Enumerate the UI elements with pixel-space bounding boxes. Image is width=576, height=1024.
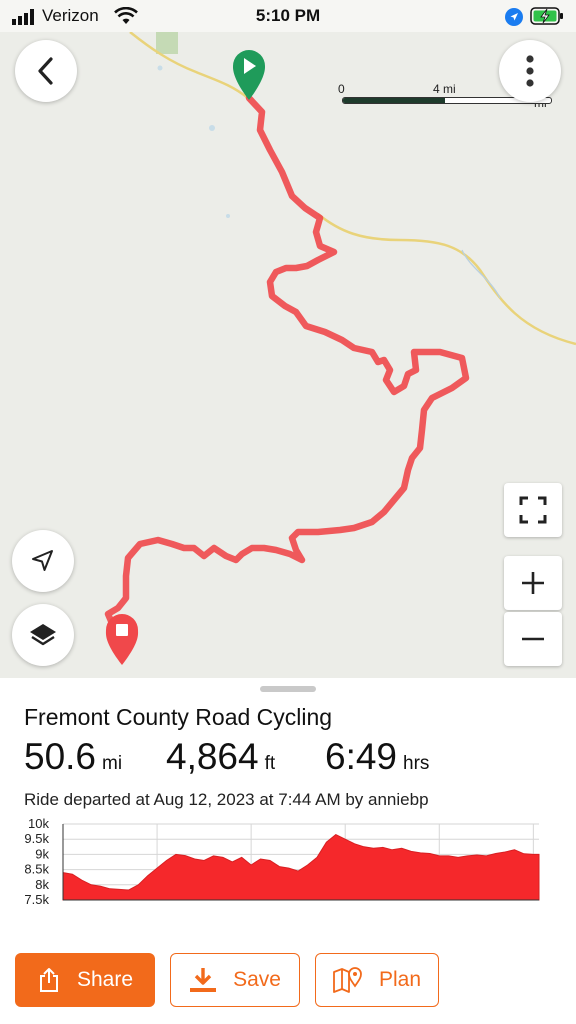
lake xyxy=(226,214,230,218)
duration-unit: hrs xyxy=(403,753,430,774)
start-marker[interactable] xyxy=(232,50,266,100)
elevation-unit: ft xyxy=(264,753,276,774)
duration-value: 6:49 xyxy=(325,736,398,777)
x-tick-label: 0 xyxy=(59,911,66,912)
x-tick-label: 40 xyxy=(432,911,446,912)
elevation-area xyxy=(62,834,540,901)
y-tick-label: 8k xyxy=(35,877,49,892)
end-marker[interactable] xyxy=(105,614,139,665)
more-vertical-icon xyxy=(526,55,534,87)
more-options-button[interactable] xyxy=(499,40,561,102)
route-map[interactable]: 0 4 mi 8 mi xyxy=(0,32,576,678)
ride-details-sheet[interactable]: Fremont County Road Cycling 50.6 mi 4,864… xyxy=(0,678,576,1024)
locate-me-button[interactable] xyxy=(12,530,74,592)
park-area xyxy=(156,32,178,54)
share-button[interactable]: Share xyxy=(15,953,155,1007)
download-icon xyxy=(189,967,217,993)
back-button[interactable] xyxy=(15,40,77,102)
distance-stat: 50.6 mi xyxy=(24,736,122,778)
share-icon xyxy=(37,967,61,993)
fullscreen-button[interactable] xyxy=(504,483,562,537)
plan-button[interactable]: Plan xyxy=(315,953,439,1007)
chevron-left-icon xyxy=(38,57,53,85)
scale-label: 4 mi xyxy=(433,82,456,96)
ride-stats: 50.6 mi 4,864 ft 6:49 hrs xyxy=(24,736,564,782)
plus-icon xyxy=(522,572,544,594)
layers-icon xyxy=(30,624,56,646)
navigation-arrow-icon xyxy=(32,550,53,571)
minus-icon xyxy=(522,637,544,641)
share-label: Share xyxy=(76,968,134,991)
x-tick-label: 10 xyxy=(150,911,164,912)
zoom-out-button[interactable] xyxy=(504,612,562,666)
scale-label: 0 xyxy=(338,82,345,96)
elevation-profile-chart[interactable]: 7.5k8k8.5k9k9.5k10k 0 10 20 30 40 50 xyxy=(0,816,576,912)
ride-description: Ride departed at Aug 12, 2023 at 7:44 AM… xyxy=(24,790,429,809)
y-tick-label: 9.5k xyxy=(24,831,49,846)
sheet-drag-handle[interactable] xyxy=(260,686,316,692)
route-line xyxy=(104,94,470,632)
x-tick-label: 20 xyxy=(244,911,258,912)
distance-unit: mi xyxy=(102,753,123,774)
y-tick-label: 8.5k xyxy=(24,862,49,877)
lake xyxy=(157,65,163,71)
save-label: Save xyxy=(233,968,281,991)
status-bar: Verizon 5:10 PM xyxy=(0,0,576,32)
x-tick-label: 50 xyxy=(521,911,535,912)
ride-title: Fremont County Road Cycling xyxy=(24,704,333,730)
elevation-stat: 4,864 ft xyxy=(166,736,275,778)
lake xyxy=(209,125,215,131)
scale-bar-fill xyxy=(343,98,445,103)
y-tick-label: 9k xyxy=(35,846,49,861)
y-tick-label: 10k xyxy=(28,816,49,831)
elevation-value: 4,864 xyxy=(166,736,259,777)
road xyxy=(129,32,249,99)
map-pin-icon xyxy=(333,966,363,994)
location-services-icon xyxy=(505,8,523,26)
duration-stat: 6:49 hrs xyxy=(325,736,429,778)
map-layers-button[interactable] xyxy=(12,604,74,666)
battery-charging-icon xyxy=(530,7,563,25)
fullscreen-icon xyxy=(519,496,547,524)
plan-label: Plan xyxy=(378,968,422,991)
distance-value: 50.6 xyxy=(24,736,97,777)
road xyxy=(317,213,576,346)
y-tick-label: 7.5k xyxy=(24,892,49,907)
clock: 5:10 PM xyxy=(255,6,321,25)
map-canvas[interactable] xyxy=(0,32,576,678)
save-button[interactable]: Save xyxy=(170,953,300,1007)
zoom-in-button[interactable] xyxy=(504,556,562,610)
x-tick-label: 30 xyxy=(338,911,352,912)
